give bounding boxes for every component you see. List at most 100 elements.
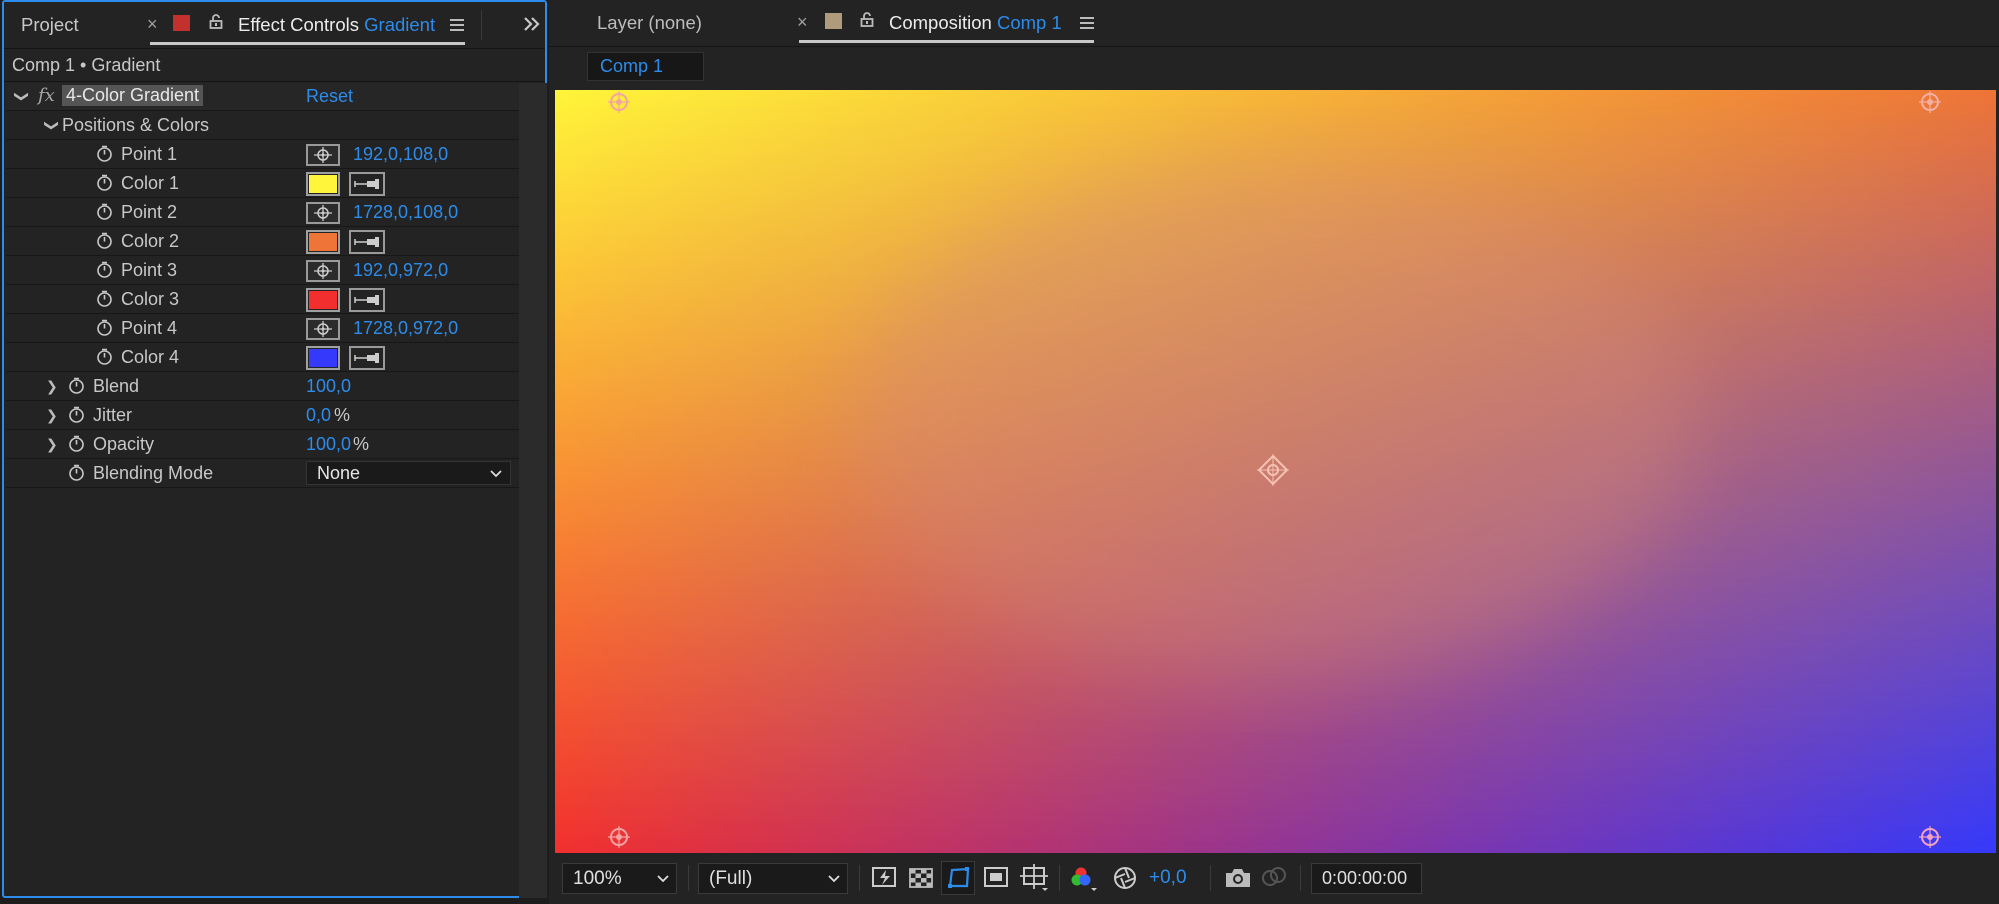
jitter-value[interactable]: 0,0 bbox=[306, 405, 331, 426]
group-label: Positions & Colors bbox=[62, 115, 210, 135]
color-swatch-fill bbox=[309, 291, 337, 309]
eyedropper-button[interactable] bbox=[349, 288, 385, 312]
label-color-swatch[interactable] bbox=[825, 13, 842, 29]
tab-divider bbox=[481, 10, 482, 40]
point-picker-button[interactable] bbox=[306, 318, 340, 340]
exposure-reset-icon[interactable] bbox=[1112, 865, 1138, 891]
property-row-point-2: Point 2 1728,0,108,0 bbox=[6, 199, 520, 227]
point-picker-button[interactable] bbox=[306, 144, 340, 166]
point-value[interactable]: 192,0,972,0 bbox=[353, 260, 448, 281]
stopwatch-icon[interactable] bbox=[96, 348, 113, 365]
stopwatch-icon[interactable] bbox=[68, 464, 85, 481]
region-of-interest-icon[interactable] bbox=[983, 866, 1009, 890]
point-picker-button[interactable] bbox=[306, 260, 340, 282]
toolbar-divider bbox=[859, 865, 860, 891]
point-value[interactable]: 1728,0,972,0 bbox=[353, 318, 458, 339]
composition-viewer[interactable] bbox=[555, 90, 1996, 853]
blending-mode-value: None bbox=[317, 463, 361, 483]
lock-icon[interactable] bbox=[209, 14, 223, 29]
zoom-value: 100% bbox=[573, 868, 622, 889]
tab-effect-controls[interactable]: Effect Controls Gradient bbox=[238, 14, 435, 36]
eyedropper-button[interactable] bbox=[349, 172, 385, 196]
tab-composition-name: Comp 1 bbox=[996, 12, 1062, 33]
stopwatch-icon[interactable] bbox=[68, 435, 85, 452]
label-color-swatch[interactable] bbox=[173, 15, 190, 31]
property-row-color-2: Color 2 bbox=[6, 228, 520, 256]
chevron-down-icon[interactable]: ❯ bbox=[43, 120, 60, 132]
timecode-display[interactable]: 0:00:00:00 bbox=[1311, 863, 1422, 894]
tab-layer[interactable]: Layer (none) bbox=[597, 12, 702, 34]
toolbar-divider bbox=[1210, 865, 1211, 891]
chevron-right-icon[interactable]: ❯ bbox=[46, 378, 58, 395]
stopwatch-icon[interactable] bbox=[96, 261, 113, 278]
color-swatch[interactable] bbox=[306, 346, 340, 370]
blend-value[interactable]: 100,0 bbox=[306, 376, 351, 397]
stopwatch-icon[interactable] bbox=[68, 377, 85, 394]
stopwatch-icon[interactable] bbox=[96, 174, 113, 191]
point-picker-button[interactable] bbox=[306, 202, 340, 224]
chevron-down-icon bbox=[490, 470, 502, 478]
property-label: Color 1 bbox=[121, 173, 180, 193]
stopwatch-icon[interactable] bbox=[96, 232, 113, 249]
opacity-unit: % bbox=[353, 434, 370, 454]
stopwatch-icon[interactable] bbox=[96, 145, 113, 162]
stopwatch-icon[interactable] bbox=[96, 290, 113, 307]
chevron-down-icon[interactable]: ❯ bbox=[13, 91, 30, 103]
guides-icon[interactable] bbox=[1020, 863, 1050, 893]
point-value[interactable]: 192,0,108,0 bbox=[353, 144, 448, 165]
mask-visibility-button[interactable] bbox=[941, 861, 975, 895]
blending-mode-dropdown[interactable]: None bbox=[306, 461, 511, 485]
reset-button[interactable]: Reset bbox=[306, 86, 353, 107]
panel-menu-icon[interactable] bbox=[1080, 17, 1094, 29]
fx-toggle-icon[interactable]: fx bbox=[38, 85, 55, 106]
scrollbar[interactable] bbox=[519, 83, 547, 898]
color-swatch[interactable] bbox=[306, 288, 340, 312]
stopwatch-icon[interactable] bbox=[96, 203, 113, 220]
toolbar-divider bbox=[1300, 865, 1301, 891]
point-1-handle[interactable] bbox=[607, 90, 631, 114]
effect-name[interactable]: 4-Color Gradient bbox=[62, 85, 204, 106]
close-icon[interactable]: × bbox=[147, 14, 158, 35]
point-3-handle[interactable] bbox=[607, 825, 631, 849]
property-label: Opacity bbox=[93, 434, 155, 454]
chevron-right-icon[interactable]: ❯ bbox=[46, 407, 58, 424]
eyedropper-button[interactable] bbox=[349, 346, 385, 370]
lock-icon[interactable] bbox=[860, 12, 874, 27]
crosshair-icon bbox=[314, 147, 332, 163]
chevron-right-icon[interactable]: ❯ bbox=[46, 436, 58, 453]
eyedropper-button[interactable] bbox=[349, 230, 385, 254]
divider bbox=[4, 81, 545, 82]
crosshair-icon bbox=[314, 263, 332, 279]
show-snapshot-icon[interactable] bbox=[1261, 865, 1287, 889]
point-2-handle[interactable] bbox=[1918, 90, 1942, 114]
tab-project[interactable]: Project bbox=[21, 14, 79, 36]
point-value[interactable]: 1728,0,108,0 bbox=[353, 202, 458, 223]
zoom-dropdown[interactable]: 100% bbox=[562, 863, 677, 894]
anchor-point-crosshair-icon[interactable] bbox=[1257, 454, 1289, 486]
property-row-point-1: Point 1 192,0,108,0 bbox=[6, 141, 520, 169]
color-swatch[interactable] bbox=[306, 172, 340, 196]
chevron-down-icon bbox=[828, 875, 840, 883]
opacity-value[interactable]: 100,0 bbox=[306, 434, 351, 455]
expand-panels-icon[interactable] bbox=[523, 16, 541, 32]
stopwatch-icon[interactable] bbox=[68, 406, 85, 423]
exposure-value[interactable]: +0,0 bbox=[1149, 867, 1187, 889]
close-icon[interactable]: × bbox=[797, 12, 808, 33]
fast-previews-icon[interactable] bbox=[870, 865, 900, 891]
resolution-dropdown[interactable]: (Full) bbox=[698, 863, 848, 894]
point-4-handle[interactable] bbox=[1918, 825, 1942, 849]
transparency-grid-icon[interactable] bbox=[908, 867, 934, 889]
stopwatch-icon[interactable] bbox=[96, 319, 113, 336]
timecode-value: 0:00:00:00 bbox=[1322, 868, 1408, 888]
property-label: Point 4 bbox=[121, 318, 178, 338]
active-tab-underline bbox=[150, 42, 465, 45]
snapshot-icon[interactable] bbox=[1224, 867, 1252, 889]
toolbar-divider bbox=[1059, 865, 1060, 891]
color-swatch[interactable] bbox=[306, 230, 340, 254]
tab-composition[interactable]: Composition Comp 1 bbox=[889, 12, 1062, 34]
panel-menu-icon[interactable] bbox=[450, 19, 464, 31]
color-channels-icon[interactable] bbox=[1071, 864, 1101, 894]
comp-flow-tab[interactable]: Comp 1 bbox=[587, 52, 704, 81]
divider bbox=[549, 46, 1999, 47]
divider bbox=[4, 48, 545, 49]
